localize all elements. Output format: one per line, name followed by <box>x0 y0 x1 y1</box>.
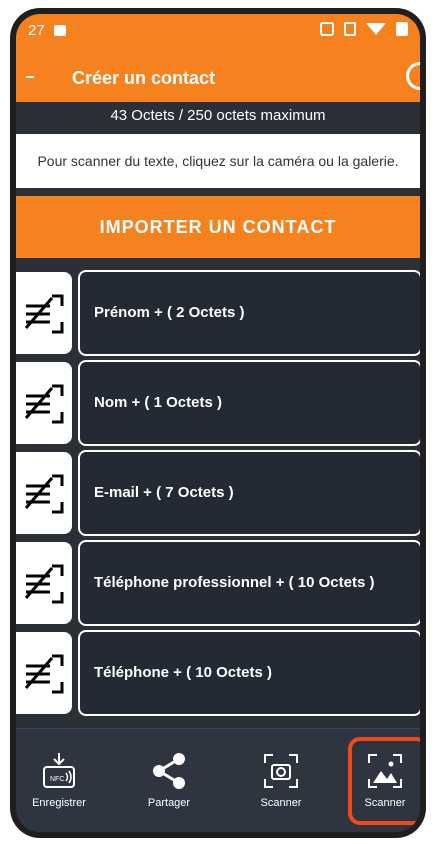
email-field[interactable]: E-mail + ( 7 Octets ) <box>78 450 420 536</box>
app-screen: 27 Créer un contact 43 Octets / 250 octe… <box>16 14 420 832</box>
field-row-phone: Téléphone + ( 10 Octets ) <box>16 630 420 716</box>
import-contact-button[interactable]: IMPORTER UN CONTACT <box>16 196 420 258</box>
field-row-lastname: Nom + ( 1 Octets ) <box>16 360 420 446</box>
field-label: Téléphone professionnel + ( 10 Octets ) <box>94 574 375 591</box>
lastname-field[interactable]: Nom + ( 1 Octets ) <box>78 360 420 446</box>
scan-text-icon[interactable] <box>16 632 72 714</box>
nav-scanner-camera[interactable]: Scanner <box>238 739 324 825</box>
battery-icon <box>396 22 408 36</box>
field-label: Téléphone + ( 10 Octets ) <box>94 664 272 681</box>
scan-text-icon[interactable] <box>16 272 72 354</box>
vibrate-icon <box>344 22 356 36</box>
work-phone-field[interactable]: Téléphone professionnel + ( 10 Octets ) <box>78 540 420 626</box>
camera-scan-icon <box>264 754 298 788</box>
nav-label: Scanner <box>260 797 302 809</box>
nav-label: Partager <box>147 797 191 809</box>
nav-label: Enregistrer <box>32 797 86 809</box>
scan-hint: Pour scanner du texte, cliquez sur la ca… <box>16 134 420 188</box>
scan-text-icon[interactable] <box>16 542 72 624</box>
share-icon <box>153 753 185 789</box>
top-bar: 27 Créer un contact <box>16 14 420 102</box>
image-notification-icon <box>54 25 66 36</box>
field-row-email: E-mail + ( 7 Octets ) <box>16 450 420 536</box>
firstname-field[interactable]: Prénom + ( 2 Octets ) <box>78 270 420 356</box>
active-nav-highlight <box>348 737 420 825</box>
bytes-counter: 43 Octets / 250 octets maximum <box>110 107 326 124</box>
field-row-firstname: Prénom + ( 2 Octets ) <box>16 270 420 356</box>
wifi-icon <box>366 23 386 35</box>
status-icons <box>320 22 408 36</box>
field-label: Prénom + ( 2 Octets ) <box>94 304 245 321</box>
nfc-save-icon: NFC <box>43 753 75 788</box>
scan-text-icon[interactable] <box>16 452 72 534</box>
field-row-work-phone: Téléphone professionnel + ( 10 Octets ) <box>16 540 420 626</box>
confirm-icon[interactable] <box>406 62 420 90</box>
phone-frame: 27 Créer un contact 43 Octets / 250 octe… <box>10 8 426 838</box>
nav-share[interactable]: Partager <box>126 739 212 825</box>
field-label: E-mail + ( 7 Octets ) <box>94 484 234 501</box>
scan-text-icon[interactable] <box>16 362 72 444</box>
page-title: Créer un contact <box>72 68 216 88</box>
status-bar: 27 <box>28 22 408 44</box>
status-time: 27 <box>28 22 45 39</box>
phone-field[interactable]: Téléphone + ( 10 Octets ) <box>78 630 420 716</box>
app-header: Créer un contact <box>16 54 420 102</box>
field-label: Nom + ( 1 Octets ) <box>94 394 222 411</box>
svg-text:NFC: NFC <box>50 776 64 783</box>
nav-save[interactable]: NFC Enregistrer <box>16 739 102 825</box>
back-icon[interactable] <box>26 76 34 78</box>
bottom-navigation: NFC Enregistrer Partager Scanner Scanner <box>16 728 420 832</box>
nfc-icon <box>320 22 334 36</box>
